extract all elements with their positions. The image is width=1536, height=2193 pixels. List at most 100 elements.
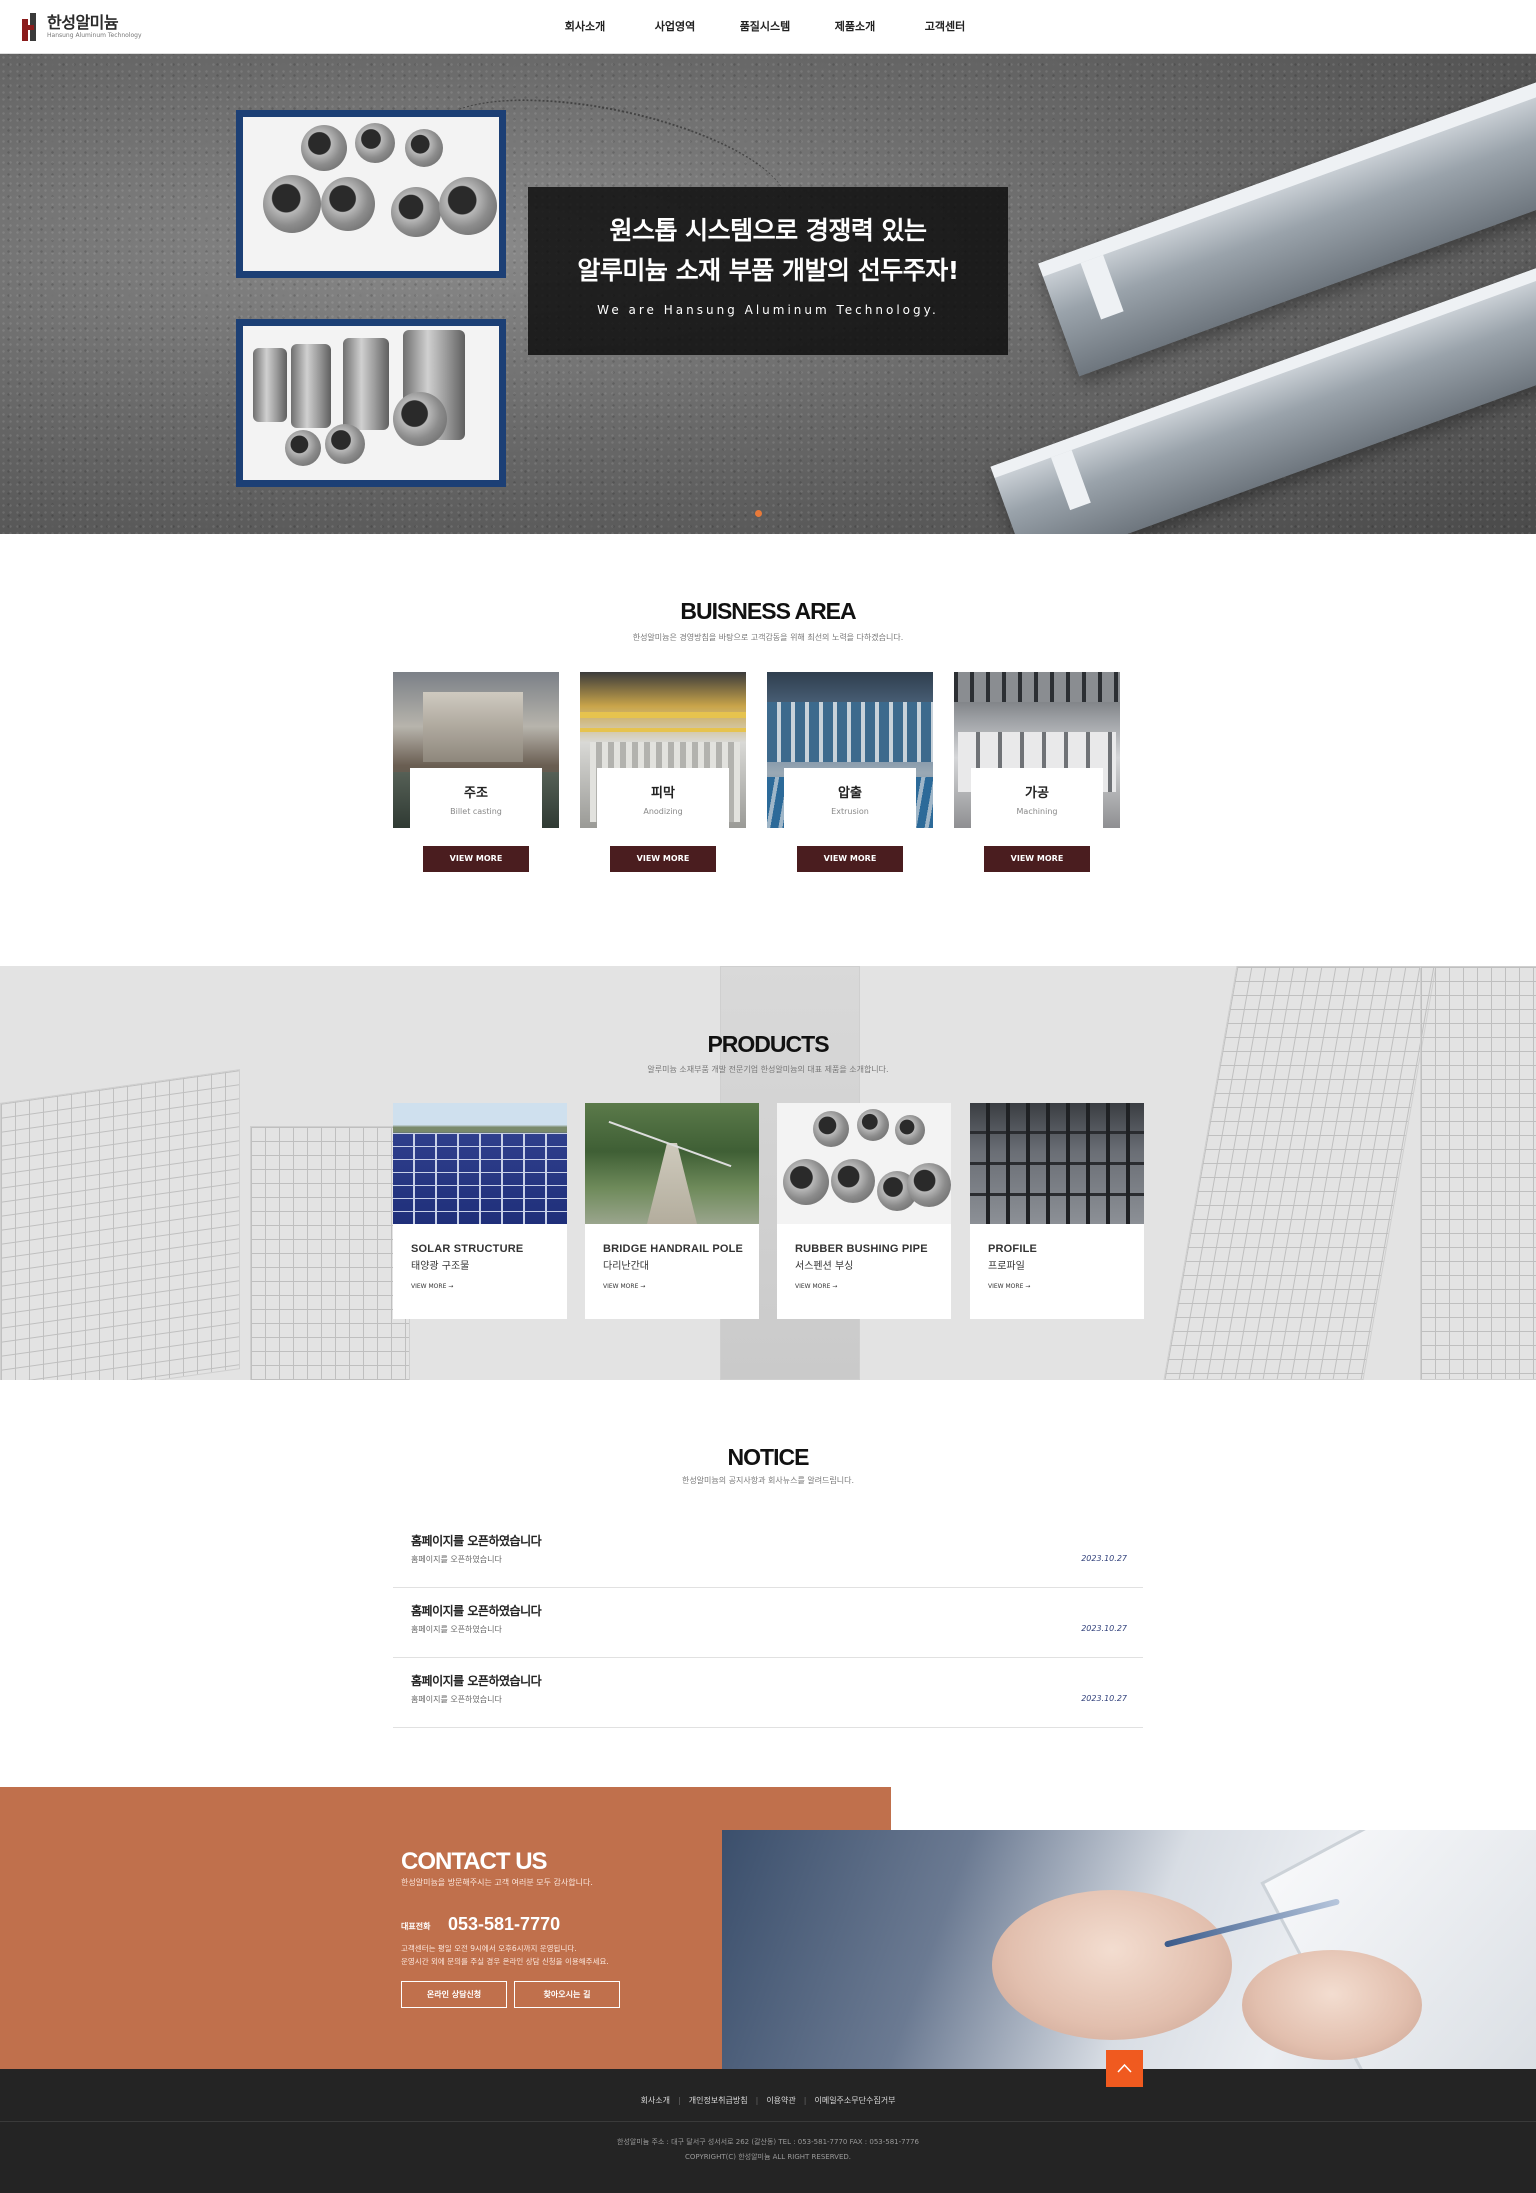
extrusion-photo: 압출 Extrusion — [767, 672, 933, 828]
site-footer: 회사소개 | 개인정보취급방침 | 이용약관 | 이메일주소무단수집거부 한성알미늄 주소 … — [0, 2069, 1536, 2193]
footer-address: 한성알미늄 주소 : 대구 달서구 성서서로 262 (갈산동) TEL : 0… — [617, 2138, 919, 2146]
product-card-bridge[interactable]: BRIDGE HANDRAIL POLE 다리난간대 VIEW MORE → — [585, 1103, 759, 1319]
logo-tagline: Hansung Aluminum Technology — [47, 32, 142, 39]
contact-subtitle: 한성알미늄을 방문해주시는 고객 여러분 모두 감사합니다. — [401, 1878, 593, 1887]
notice-excerpt: 홈페이지를 오픈하였습니다 — [411, 1555, 502, 1564]
notice-item[interactable]: 홈페이지를 오픈하였습니다 홈페이지를 오픈하였습니다 2023.10.27 — [393, 1518, 1143, 1588]
notice-excerpt: 홈페이지를 오픈하였습니다 — [411, 1625, 502, 1634]
support-hours-note: 운영시간 외에 문의를 주실 경우 온라인 상담 신청을 이용해주세요. — [401, 1957, 609, 1966]
building-background — [250, 1126, 410, 1380]
product-view-more-link[interactable]: VIEW MORE → — [603, 1283, 645, 1290]
product-card-profile[interactable]: PROFILE 프로파일 VIEW MORE → — [970, 1103, 1144, 1319]
product-name-en: SOLAR STRUCTURE — [411, 1243, 524, 1255]
slider-indicator-dot[interactable] — [755, 510, 762, 517]
product-name-en: BRIDGE HANDRAIL POLE — [603, 1243, 744, 1255]
business-section-title: BUISNESS AREA — [680, 598, 856, 624]
phone-number[interactable]: 053-581-7770 — [448, 1914, 560, 1935]
footer-nav: 회사소개 | 개인정보취급방침 | 이용약관 | 이메일주소무단수집거부 — [0, 2095, 1536, 2106]
footer-link-terms[interactable]: 이용약관 — [758, 2096, 803, 2105]
building-background — [1163, 966, 1437, 1380]
profile-photo — [970, 1103, 1144, 1224]
product-view-more-link[interactable]: VIEW MORE → — [795, 1283, 837, 1290]
business-card-subtitle: Billet casting — [450, 807, 502, 816]
products-section-title: PRODUCTS — [707, 1031, 829, 1057]
notice-date: 2023.10.27 — [1081, 1694, 1127, 1703]
product-name-kr: 다리난간대 — [603, 1261, 649, 1272]
business-card-title: 주조 — [464, 786, 488, 801]
anodizing-photo: 피막 Anodizing — [580, 672, 746, 828]
business-card-title: 압출 — [838, 786, 862, 801]
products-section — [0, 966, 1536, 1380]
business-card-casting: 주조 Billet casting VIEW MORE — [393, 672, 559, 872]
contact-hands-photo — [722, 1830, 1536, 2069]
contact-background — [0, 1830, 722, 2069]
nav-item-business[interactable]: 사업영역 — [630, 0, 720, 54]
view-more-button[interactable]: VIEW MORE — [797, 846, 903, 872]
notice-title[interactable]: 홈페이지를 오픈하였습니다 — [411, 1602, 542, 1619]
hero-headline-box: 원스톱 시스템으로 경쟁력 있는 알루미늄 소재 부품 개발의 선두주자! We… — [528, 187, 1008, 355]
online-consult-button[interactable]: 온라인 상담신청 — [401, 1981, 507, 2008]
building-background — [0, 1069, 240, 1380]
product-view-more-link[interactable]: VIEW MORE → — [411, 1283, 453, 1290]
hero-headline-line1: 원스톱 시스템으로 경쟁력 있는 — [609, 216, 927, 245]
scroll-to-top-button[interactable] — [1106, 2050, 1143, 2087]
product-name-kr: 서스펜션 부싱 — [795, 1261, 854, 1272]
business-card-subtitle: Machining — [1016, 807, 1058, 816]
logo-mark-icon — [22, 13, 42, 41]
solar-structure-photo — [393, 1103, 567, 1224]
product-name-kr: 프로파일 — [988, 1261, 1025, 1272]
bridge-handrail-photo — [585, 1103, 759, 1224]
nav-item-quality[interactable]: 품질시스템 — [720, 0, 810, 54]
business-card-subtitle: Extrusion — [831, 807, 869, 816]
footer-link-email-policy[interactable]: 이메일주소무단수집거부 — [806, 2096, 903, 2105]
view-more-button[interactable]: VIEW MORE — [423, 846, 529, 872]
directions-button[interactable]: 찾아오시는 길 — [514, 1981, 620, 2008]
product-name-en: PROFILE — [988, 1243, 1038, 1255]
product-view-more-link[interactable]: VIEW MORE → — [988, 1283, 1030, 1290]
machining-photo: 가공 Machining — [954, 672, 1120, 828]
footer-link-privacy[interactable]: 개인정보취급방침 — [681, 2096, 756, 2105]
nav-item-company[interactable]: 회사소개 — [540, 0, 630, 54]
footer-copyright: COPYRIGHT(C) 한성알미늄 ALL RIGHT RESERVED. — [684, 2153, 852, 2161]
notice-date: 2023.10.27 — [1081, 1624, 1127, 1633]
product-card-solar[interactable]: SOLAR STRUCTURE 태양광 구조물 VIEW MORE → — [393, 1103, 567, 1319]
business-card-subtitle: Anodizing — [643, 807, 683, 816]
contact-title: CONTACT US — [401, 1848, 548, 1875]
business-card-extrusion: 압출 Extrusion VIEW MORE — [767, 672, 933, 872]
footer-divider — [0, 2121, 1536, 2122]
notice-section-title: NOTICE — [727, 1444, 810, 1470]
business-section-subtitle: 한성알미늄은 경영방침을 바탕으로 고객감동을 위해 최선의 노력을 다하겠습니… — [632, 633, 904, 642]
logo[interactable]: 한성알미늄 Hansung Aluminum Technology — [22, 12, 142, 42]
nav-item-products[interactable]: 제품소개 — [810, 0, 900, 54]
support-hours-note: 고객센터는 평일 오전 9시에서 오후6시까지 운영됩니다. — [401, 1944, 577, 1953]
contact-background — [0, 1787, 891, 1830]
nav-item-support[interactable]: 고객센터 — [900, 0, 990, 54]
phone-label: 대표전화 — [401, 1922, 431, 1931]
main-nav: 회사소개 사업영역 품질시스템 제품소개 고객센터 — [540, 0, 990, 54]
business-card-anodizing: 피막 Anodizing VIEW MORE — [580, 672, 746, 872]
business-card-title: 가공 — [1025, 786, 1049, 801]
casting-photo: 주조 Billet casting — [393, 672, 559, 828]
notice-section-subtitle: 한성알미늄의 공지사항과 회사뉴스를 알려드립니다. — [681, 1476, 855, 1485]
product-card-bushing[interactable]: RUBBER BUSHING PIPE 서스펜션 부싱 VIEW MORE → — [777, 1103, 951, 1319]
bushing-photo-2 — [236, 319, 506, 487]
notice-date: 2023.10.27 — [1081, 1554, 1127, 1563]
view-more-button[interactable]: VIEW MORE — [610, 846, 716, 872]
rubber-bushing-photo — [777, 1103, 951, 1224]
product-name-kr: 태양광 구조물 — [411, 1261, 470, 1272]
hero-headline-line2: 알루미늄 소재 부품 개발의 선두주자! — [577, 256, 959, 285]
notice-item[interactable]: 홈페이지를 오픈하였습니다 홈페이지를 오픈하였습니다 2023.10.27 — [393, 1658, 1143, 1728]
business-card-title: 피막 — [651, 786, 675, 801]
bushing-photo-1 — [236, 110, 506, 278]
products-section-subtitle: 알루미늄 소재부품 개발 전문기업 한성알미늄의 대표 제품을 소개합니다. — [647, 1065, 889, 1074]
logo-text: 한성알미늄 — [47, 13, 119, 32]
product-name-en: RUBBER BUSHING PIPE — [795, 1243, 928, 1255]
footer-link-company[interactable]: 회사소개 — [633, 2096, 678, 2105]
business-card-machining: 가공 Machining VIEW MORE — [954, 672, 1120, 872]
notice-item[interactable]: 홈페이지를 오픈하였습니다 홈페이지를 오픈하였습니다 2023.10.27 — [393, 1588, 1143, 1658]
notice-title[interactable]: 홈페이지를 오픈하였습니다 — [411, 1672, 542, 1689]
view-more-button[interactable]: VIEW MORE — [984, 846, 1090, 872]
notice-excerpt: 홈페이지를 오픈하였습니다 — [411, 1695, 502, 1704]
hero-banner: 원스톱 시스템으로 경쟁력 있는 알루미늄 소재 부품 개발의 선두주자! We… — [0, 54, 1536, 534]
notice-title[interactable]: 홈페이지를 오픈하였습니다 — [411, 1532, 542, 1549]
